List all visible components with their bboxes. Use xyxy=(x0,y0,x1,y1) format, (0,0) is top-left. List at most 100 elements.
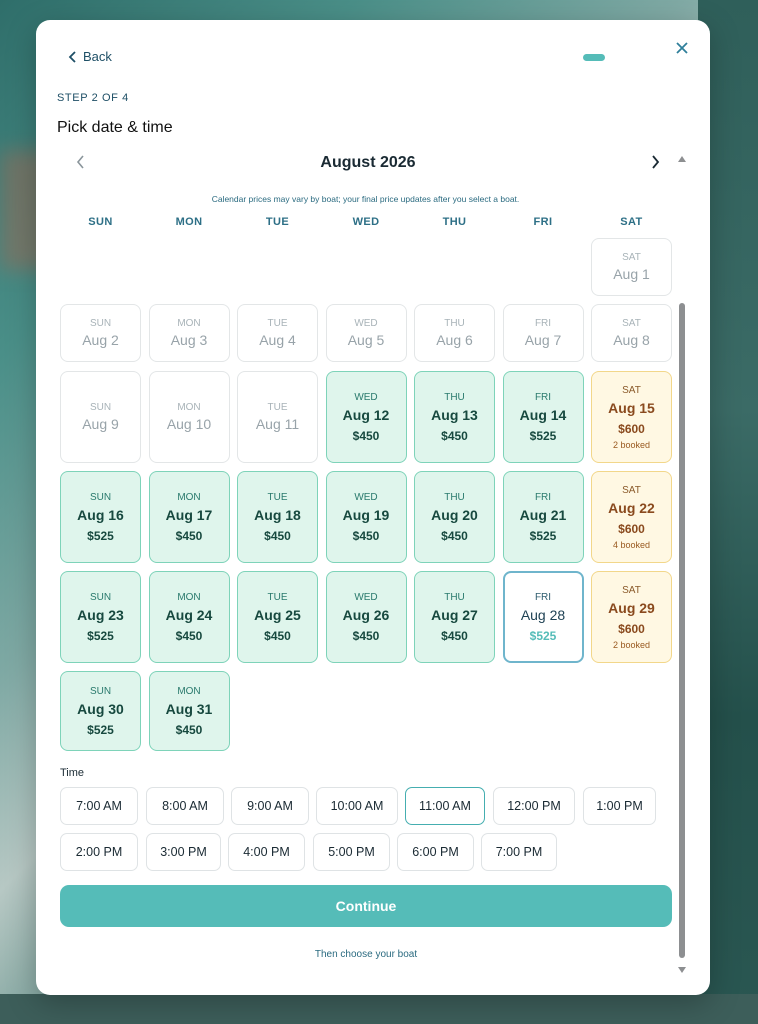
continue-button[interactable]: Continue xyxy=(60,885,672,927)
calendar-day[interactable]: THU Aug 20 $450 xyxy=(414,471,495,563)
calendar-day[interactable]: THU Aug 27 $450 xyxy=(414,571,495,663)
day-price: $600 xyxy=(618,521,645,536)
back-button[interactable]: Back xyxy=(68,49,112,64)
day-date: Aug 22 xyxy=(608,499,655,516)
calendar-day[interactable]: MON Aug 24 $450 xyxy=(148,571,230,663)
calendar-day[interactable]: TUE Aug 18 $450 xyxy=(237,471,318,563)
day-date: Aug 10 xyxy=(166,416,212,432)
day-date: Aug 21 xyxy=(519,506,567,523)
time-slot-button[interactable]: 3:00 PM xyxy=(146,833,221,871)
day-price: $525 xyxy=(87,528,114,543)
back-label: Back xyxy=(83,49,112,64)
day-date: Aug 5 xyxy=(347,332,385,348)
price-note: Calendar prices may vary by boat; your f… xyxy=(211,194,520,204)
day-price: $525 xyxy=(87,722,114,737)
day-weekday: TUE xyxy=(267,491,288,503)
day-weekday: FRI xyxy=(534,318,552,329)
time-slot-button[interactable]: 6:00 PM xyxy=(397,833,474,871)
calendar-day[interactable]: THU Aug 13 $450 xyxy=(414,371,495,463)
day-date: Aug 11 xyxy=(255,416,300,432)
day-date: Aug 19 xyxy=(342,506,390,523)
time-slot-button[interactable]: 7:00 PM xyxy=(481,833,557,871)
calendar-day[interactable]: FRI Aug 28 $525 xyxy=(502,571,584,663)
calendar-day[interactable]: WED Aug 19 $450 xyxy=(325,471,407,563)
calendar-day[interactable]: SUN Aug 23 $525 xyxy=(60,571,141,663)
time-slot-button[interactable]: 2:00 PM xyxy=(60,833,138,871)
day-weekday: TUE xyxy=(267,591,288,603)
day-weekday: WED xyxy=(354,318,378,329)
calendar-day[interactable]: FRI Aug 14 $525 xyxy=(502,371,584,463)
day-date: Aug 26 xyxy=(342,606,390,623)
day-date: Aug 4 xyxy=(259,332,296,348)
time-label: Time xyxy=(60,767,85,779)
time-slot-button[interactable]: 10:00 AM xyxy=(316,787,398,825)
time-slot-button[interactable]: 5:00 PM xyxy=(313,833,390,871)
day-booked-count: 2 booked xyxy=(612,639,651,650)
calendar-day[interactable]: TUE Aug 25 $450 xyxy=(237,571,318,663)
calendar-day[interactable]: WED Aug 12 $450 xyxy=(325,371,407,463)
day-weekday: MON xyxy=(177,591,201,603)
day-date: Aug 28 xyxy=(520,606,566,623)
day-price: $450 xyxy=(441,428,468,443)
day-weekday: WED xyxy=(354,591,378,603)
day-date: Aug 30 xyxy=(77,700,124,717)
page-title: Pick date & time xyxy=(57,119,173,136)
calendar-day: SUN Aug 2 xyxy=(60,304,141,362)
calendar-day[interactable]: MON Aug 17 $450 xyxy=(148,471,230,563)
chevron-left-icon xyxy=(68,50,76,63)
day-price: $525 xyxy=(529,628,557,643)
day-price: $450 xyxy=(264,528,291,543)
progress-indicator xyxy=(583,54,605,61)
calendar-day: SAT Aug 8 xyxy=(591,304,672,362)
calendar-day: SAT Aug 1 xyxy=(591,238,672,296)
day-date: Aug 27 xyxy=(431,606,478,623)
weekday-fri: FRI xyxy=(533,216,553,228)
day-weekday: WED xyxy=(354,391,378,403)
calendar-day[interactable]: SUN Aug 30 $525 xyxy=(60,671,141,751)
next-month-icon[interactable] xyxy=(648,153,662,171)
calendar-day: MON Aug 10 xyxy=(148,371,230,463)
day-weekday: SUN xyxy=(89,491,112,503)
calendar-day[interactable]: WED Aug 26 $450 xyxy=(325,571,407,663)
day-price: $450 xyxy=(352,628,380,643)
day-date: Aug 3 xyxy=(170,332,208,348)
time-slot-button[interactable]: 7:00 AM xyxy=(60,787,138,825)
day-price: $450 xyxy=(441,528,468,543)
calendar-day[interactable]: SUN Aug 16 $525 xyxy=(60,471,141,563)
scrollbar-thumb[interactable] xyxy=(679,303,685,958)
day-date: Aug 23 xyxy=(77,606,124,623)
day-weekday: SAT xyxy=(622,484,641,496)
day-price: $450 xyxy=(352,428,380,443)
day-date: Aug 12 xyxy=(342,406,390,423)
weekday-thu: THU xyxy=(442,216,467,228)
time-slot-button[interactable]: 4:00 PM xyxy=(228,833,305,871)
time-slot-button[interactable]: 9:00 AM xyxy=(231,787,309,825)
day-date: Aug 31 xyxy=(165,700,213,717)
day-date: Aug 1 xyxy=(613,266,650,282)
day-price: $525 xyxy=(529,428,557,443)
calendar-day: SUN Aug 9 xyxy=(60,371,141,463)
day-weekday: WED xyxy=(354,491,378,503)
calendar-day[interactable]: SAT Aug 15 $600 2 booked xyxy=(591,371,672,463)
day-weekday: FRI xyxy=(534,491,552,503)
day-date: Aug 6 xyxy=(436,332,473,348)
close-icon[interactable] xyxy=(674,40,690,56)
calendar-day[interactable]: SAT Aug 22 $600 4 booked xyxy=(591,471,672,563)
weekday-header: SUN MON TUE WED THU FRI SAT xyxy=(60,216,672,230)
time-slot-button[interactable]: 11:00 AM xyxy=(405,787,485,825)
calendar-day[interactable]: FRI Aug 21 $525 xyxy=(502,471,584,563)
scroll-up-icon[interactable] xyxy=(678,156,686,162)
day-price: $450 xyxy=(441,628,468,643)
scroll-down-icon[interactable] xyxy=(678,967,686,973)
step-label: STEP 2 OF 4 xyxy=(57,92,129,104)
time-slot-button[interactable]: 12:00 PM xyxy=(493,787,575,825)
calendar-day[interactable]: MON Aug 31 $450 xyxy=(148,671,230,751)
calendar-day[interactable]: SAT Aug 29 $600 2 booked xyxy=(591,571,672,663)
day-date: Aug 9 xyxy=(82,416,119,432)
day-weekday: THU xyxy=(444,591,465,603)
scrollbar[interactable] xyxy=(676,153,688,973)
time-slot-button[interactable]: 8:00 AM xyxy=(146,787,224,825)
weekday-sat: SAT xyxy=(620,216,643,228)
day-price: $525 xyxy=(87,628,114,643)
time-slot-button[interactable]: 1:00 PM xyxy=(583,787,656,825)
